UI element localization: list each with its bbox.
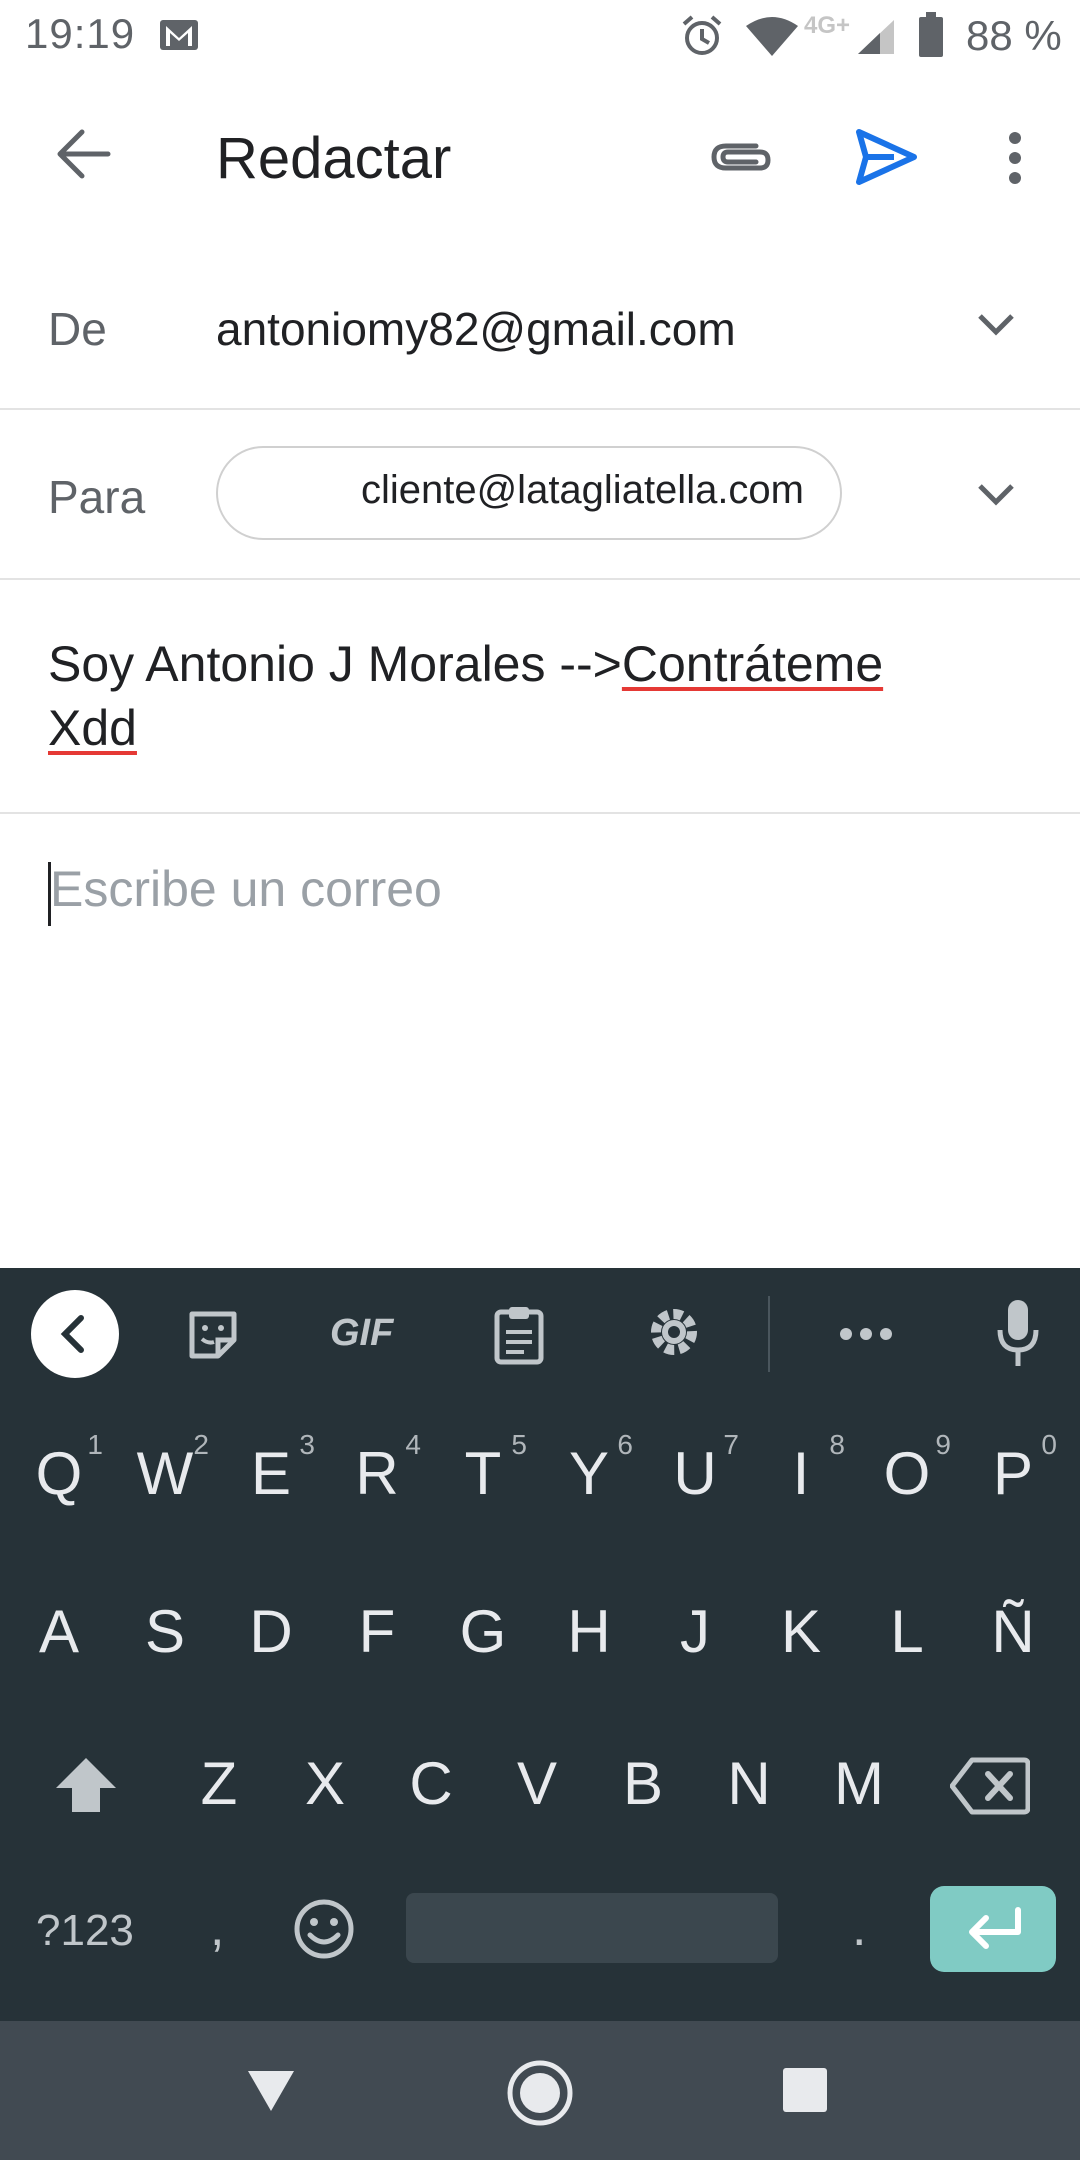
key-a[interactable]: A <box>9 1597 109 1666</box>
key-k[interactable]: K <box>751 1597 851 1666</box>
key-b[interactable]: B <box>593 1749 693 1818</box>
from-row[interactable]: De antoniomy82@gmail.com <box>0 260 1080 408</box>
alarm-icon <box>682 15 722 55</box>
key-s[interactable]: S <box>115 1597 215 1666</box>
back-nav-icon[interactable] <box>246 2069 296 2113</box>
subject-text: Soy Antonio J Morales --> <box>48 636 622 692</box>
backspace-icon[interactable] <box>950 1756 1030 1816</box>
shift-icon[interactable] <box>52 1754 120 1816</box>
key-n[interactable]: N <box>699 1749 799 1818</box>
body-field[interactable]: Escribe un correo <box>0 814 1080 1268</box>
toolbar-divider <box>768 1296 770 1372</box>
emoji-icon[interactable] <box>292 1897 356 1961</box>
recipient-address: cliente@latagliatella.com <box>360 468 804 512</box>
recipient-chip[interactable]: cliente@latagliatella.com <box>216 446 842 540</box>
body-placeholder: Escribe un correo <box>50 861 442 917</box>
from-address[interactable]: antoniomy82@gmail.com <box>216 302 736 356</box>
key-e[interactable]: E3 <box>221 1429 321 1508</box>
comma-key[interactable]: , <box>210 1898 224 1958</box>
status-time: 19:19 <box>25 10 136 57</box>
chevron-down-icon[interactable] <box>976 312 1016 338</box>
to-label: Para <box>48 471 146 523</box>
battery-icon <box>919 12 943 57</box>
subject-misspelled-word: Contráteme <box>621 636 884 692</box>
send-icon[interactable] <box>854 126 918 188</box>
key-c[interactable]: C <box>381 1749 481 1818</box>
key-o[interactable]: O9 <box>857 1429 957 1508</box>
more-options-icon[interactable] <box>1000 130 1030 186</box>
key-l[interactable]: L <box>857 1597 957 1666</box>
app-bar: Redactar <box>0 72 1080 242</box>
battery-percentage: 88 % <box>966 12 1062 59</box>
key-y[interactable]: Y6 <box>539 1429 639 1508</box>
network-type: 4G+ <box>804 12 851 39</box>
key-v[interactable]: V <box>487 1749 587 1818</box>
navigation-bar <box>0 2021 1080 2160</box>
key-w[interactable]: W2 <box>115 1429 215 1508</box>
cell-signal-icon <box>858 20 894 54</box>
gif-button[interactable]: GIF <box>330 1312 393 1355</box>
attachment-icon[interactable] <box>708 132 774 182</box>
key-q[interactable]: Q1 <box>9 1429 109 1508</box>
wifi-icon <box>746 17 798 56</box>
clipboard-icon[interactable] <box>492 1304 546 1366</box>
key-i[interactable]: I8 <box>751 1429 851 1508</box>
subject-misspelled-word: Xdd <box>48 700 137 756</box>
key-t[interactable]: T5 <box>433 1429 533 1508</box>
collapse-button[interactable] <box>31 1290 119 1378</box>
key-m[interactable]: M <box>809 1749 909 1818</box>
microphone-icon[interactable] <box>996 1298 1040 1370</box>
period-key[interactable]: . <box>852 1898 866 1958</box>
key-u[interactable]: U7 <box>645 1429 745 1508</box>
key-d[interactable]: D <box>221 1597 321 1666</box>
enter-button[interactable] <box>930 1886 1056 1972</box>
back-arrow-icon[interactable] <box>54 124 114 184</box>
symbols-key[interactable]: ?123 <box>36 1906 134 1956</box>
sticker-icon[interactable] <box>186 1308 240 1362</box>
key-j[interactable]: J <box>645 1597 745 1666</box>
spacebar[interactable] <box>406 1893 778 1963</box>
key-r[interactable]: R4 <box>327 1429 427 1508</box>
divider <box>0 578 1080 580</box>
more-icon[interactable] <box>838 1326 894 1342</box>
settings-gear-icon[interactable] <box>646 1304 702 1360</box>
chevron-left-icon <box>60 1315 84 1353</box>
keyboard-toolbar: GIF <box>0 1268 1080 1401</box>
key-f[interactable]: F <box>327 1597 427 1666</box>
subject-field[interactable]: Soy Antonio J Morales -->Contráteme Xdd <box>48 632 1048 760</box>
page-title: Redactar <box>216 126 452 191</box>
key-enye[interactable]: Ñ <box>963 1597 1063 1666</box>
key-g[interactable]: G <box>433 1597 533 1666</box>
enter-icon <box>969 1907 1021 1949</box>
from-label: De <box>48 303 107 355</box>
key-z[interactable]: Z <box>169 1749 269 1818</box>
status-bar: 19:19 4G+ 88 % <box>0 0 1080 72</box>
divider <box>0 408 1080 410</box>
key-p[interactable]: P0 <box>963 1429 1063 1508</box>
key-x[interactable]: X <box>275 1749 375 1818</box>
chevron-down-icon[interactable] <box>976 482 1016 508</box>
key-h[interactable]: H <box>539 1597 639 1666</box>
gmail-notification-icon <box>160 20 198 50</box>
home-nav-icon[interactable] <box>506 2059 574 2127</box>
recents-nav-icon[interactable] <box>782 2067 828 2113</box>
